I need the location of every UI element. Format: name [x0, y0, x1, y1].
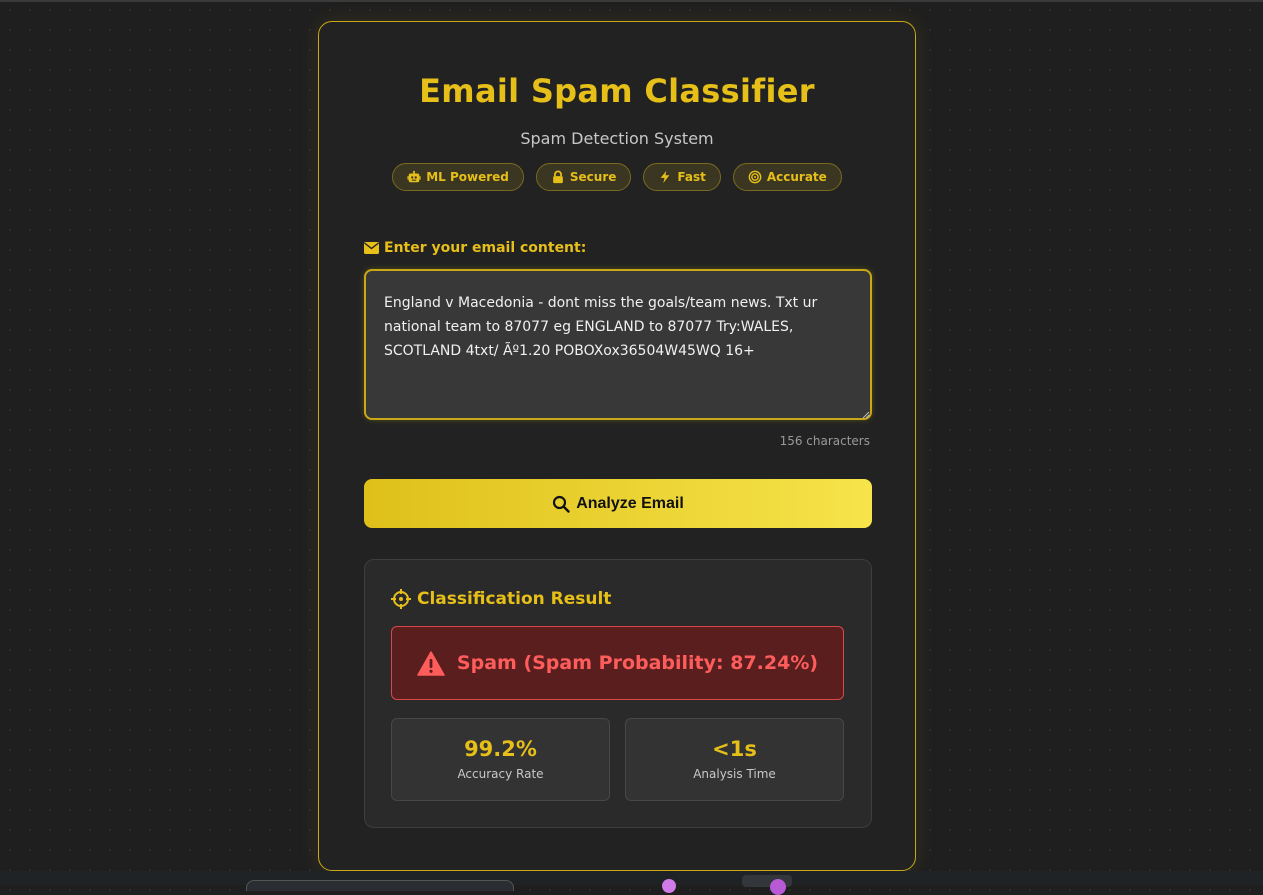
warning-icon: [417, 650, 445, 676]
window-top-border: [0, 0, 1263, 2]
stat-analysis-time: <1s Analysis Time: [625, 718, 844, 801]
stat-value: <1s: [712, 737, 757, 761]
bolt-icon: [658, 170, 672, 184]
robot-icon: [407, 170, 421, 184]
crosshair-icon: [391, 589, 411, 609]
email-input-label: Enter your email content:: [364, 240, 586, 256]
email-content-textarea[interactable]: England v Macedonia - dont miss the goal…: [364, 269, 872, 420]
taskbar-app-icon[interactable]: [662, 879, 676, 893]
email-input-label-text: Enter your email content:: [384, 240, 587, 256]
badge-ml-powered: ML Powered: [392, 163, 524, 191]
resize-grip-icon[interactable]: [862, 411, 870, 419]
badge-label: ML Powered: [426, 170, 509, 184]
result-title: Classification Result: [391, 589, 611, 609]
badge-label: Accurate: [766, 170, 827, 184]
result-panel: Classification Result Spam (Spam Probabi…: [364, 559, 872, 828]
stat-value: 99.2%: [464, 737, 537, 761]
page-subtitle: Spam Detection System: [520, 129, 714, 148]
badge-label: Secure: [569, 170, 617, 184]
stat-label: Analysis Time: [693, 767, 776, 781]
badge-fast: Fast: [643, 163, 721, 191]
classifier-card: Email Spam Classifier Spam Detection Sys…: [318, 21, 916, 871]
result-title-text: Classification Result: [417, 589, 612, 609]
search-icon: [552, 495, 570, 513]
badge-secure: Secure: [535, 163, 632, 191]
badge-label: Fast: [677, 170, 706, 184]
character-count: 156 characters: [779, 434, 870, 448]
envelope-icon: [364, 242, 379, 254]
target-icon: [748, 170, 762, 184]
spam-verdict-text: Spam (Spam Probability: 87.24%): [456, 652, 819, 674]
badge-accurate: Accurate: [732, 163, 842, 191]
taskbar-browser-icon[interactable]: [770, 879, 786, 895]
stat-label: Accuracy Rate: [457, 767, 544, 781]
taskbar: [0, 871, 1263, 885]
lock-icon: [551, 170, 565, 184]
analyze-email-button[interactable]: Analyze Email: [364, 479, 872, 528]
feature-badges: ML Powered Secure Fast Accurate: [319, 163, 915, 191]
page-title: Email Spam Classifier: [419, 72, 815, 110]
analyze-email-label: Analyze Email: [576, 494, 684, 512]
spam-verdict-alert: Spam (Spam Probability: 87.24%): [391, 626, 844, 700]
taskbar-search-box[interactable]: [246, 880, 514, 891]
stat-accuracy: 99.2% Accuracy Rate: [391, 718, 610, 801]
